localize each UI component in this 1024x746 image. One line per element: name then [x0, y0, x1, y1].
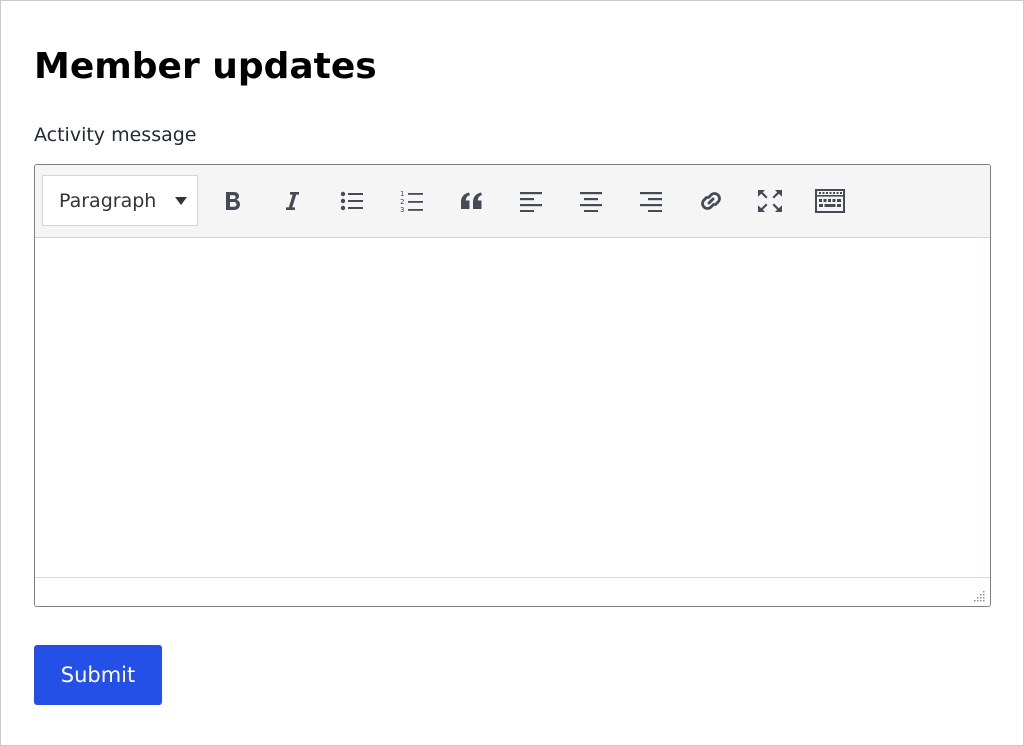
bulleted-list-icon [340, 190, 364, 212]
italic-icon [282, 190, 302, 212]
page-title: Member updates [34, 46, 377, 87]
source-keyboard-icon [815, 189, 845, 213]
paragraph-format-dropdown[interactable]: Paragraph [42, 175, 198, 226]
activity-message-label: Activity message [34, 124, 197, 146]
page-frame: Member updates Activity message Paragrap… [0, 0, 1024, 746]
resize-grip-icon[interactable] [972, 588, 986, 602]
align-center-icon [579, 190, 603, 212]
align-right-icon [639, 190, 663, 212]
blockquote-button[interactable] [455, 184, 489, 218]
bold-icon [223, 190, 243, 212]
bulleted-list-button[interactable] [335, 184, 369, 218]
align-left-button[interactable] [514, 184, 548, 218]
editor-content-area[interactable] [35, 238, 990, 576]
svg-text:1: 1 [400, 190, 404, 198]
source-button[interactable] [812, 184, 848, 218]
align-right-button[interactable] [634, 184, 668, 218]
fullscreen-icon [757, 189, 783, 213]
blockquote-icon [459, 190, 485, 212]
link-button[interactable] [694, 184, 728, 218]
caret-down-icon [175, 197, 187, 205]
svg-text:3: 3 [400, 206, 404, 213]
paragraph-format-value: Paragraph [59, 190, 157, 212]
editor-status-bar [35, 577, 990, 606]
italic-button[interactable] [275, 184, 309, 218]
bold-button[interactable] [216, 184, 250, 218]
link-icon [698, 188, 724, 214]
align-center-button[interactable] [574, 184, 608, 218]
numbered-list-button[interactable]: 1 2 3 [395, 184, 429, 218]
numbered-list-icon: 1 2 3 [400, 189, 424, 213]
submit-button[interactable]: Submit [34, 645, 162, 705]
fullscreen-button[interactable] [753, 184, 787, 218]
align-left-icon [519, 190, 543, 212]
svg-text:2: 2 [400, 198, 404, 206]
rich-text-editor: Paragraph 1 2 3 [34, 164, 991, 607]
editor-toolbar: Paragraph 1 2 3 [35, 165, 990, 238]
